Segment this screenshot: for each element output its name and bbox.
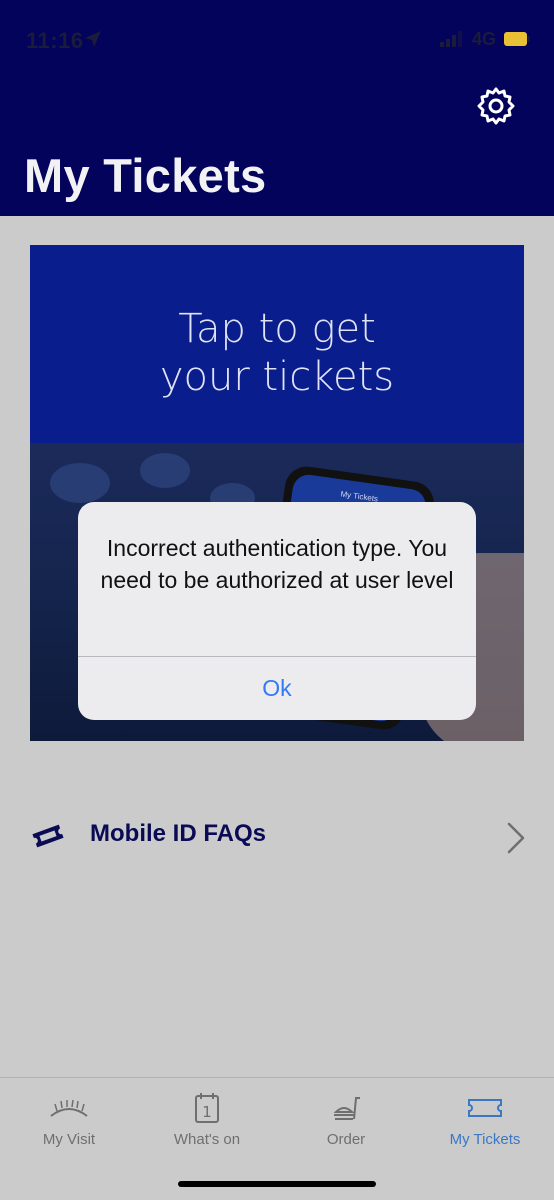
status-bar: 11:16 4G — [0, 0, 554, 80]
tab-whats-on[interactable]: 1 What's on — [138, 1078, 276, 1158]
calendar-icon: 1 — [195, 1093, 219, 1123]
ok-button[interactable]: Ok — [78, 657, 476, 720]
tab-label: My Visit — [42, 1131, 96, 1148]
status-time: 11:16 — [26, 28, 84, 53]
mobile-id-faqs-row[interactable]: Mobile ID FAQs — [0, 792, 554, 878]
tab-label: What's on — [173, 1131, 241, 1148]
signal-icon — [440, 31, 462, 47]
location-arrow-icon — [85, 31, 101, 47]
home-indicator[interactable] — [178, 1181, 376, 1187]
ticket-icon — [32, 824, 64, 848]
app-header: 11:16 4G My Tickets — [0, 0, 554, 216]
bokeh-light — [50, 463, 110, 503]
battery-icon — [504, 32, 530, 46]
tab-label: Order — [326, 1131, 366, 1148]
alert-message: Incorrect authentication type. You need … — [100, 535, 454, 593]
banner-headline: Tap to get your tickets — [159, 306, 395, 400]
stadium-icon — [50, 1099, 88, 1117]
tab-label: My Tickets — [449, 1131, 521, 1148]
chevron-right-icon — [507, 822, 525, 854]
ticket-icon — [468, 1099, 502, 1117]
alert-dialog: Incorrect authentication type. You need … — [78, 502, 476, 720]
svg-text:1: 1 — [202, 1103, 212, 1121]
page-title: My Tickets — [24, 149, 267, 202]
tab-my-visit[interactable]: My Visit — [0, 1078, 138, 1158]
banner-headline-area: Tap to get your tickets — [30, 245, 524, 443]
tab-my-tickets[interactable]: My Tickets — [416, 1078, 554, 1158]
food-order-icon — [333, 1097, 360, 1120]
network-type: 4G — [472, 29, 497, 49]
bokeh-light — [140, 453, 190, 488]
tab-order[interactable]: Order — [277, 1078, 415, 1158]
faq-label: Mobile ID FAQs — [90, 820, 267, 847]
settings-gear-icon[interactable] — [476, 86, 516, 126]
